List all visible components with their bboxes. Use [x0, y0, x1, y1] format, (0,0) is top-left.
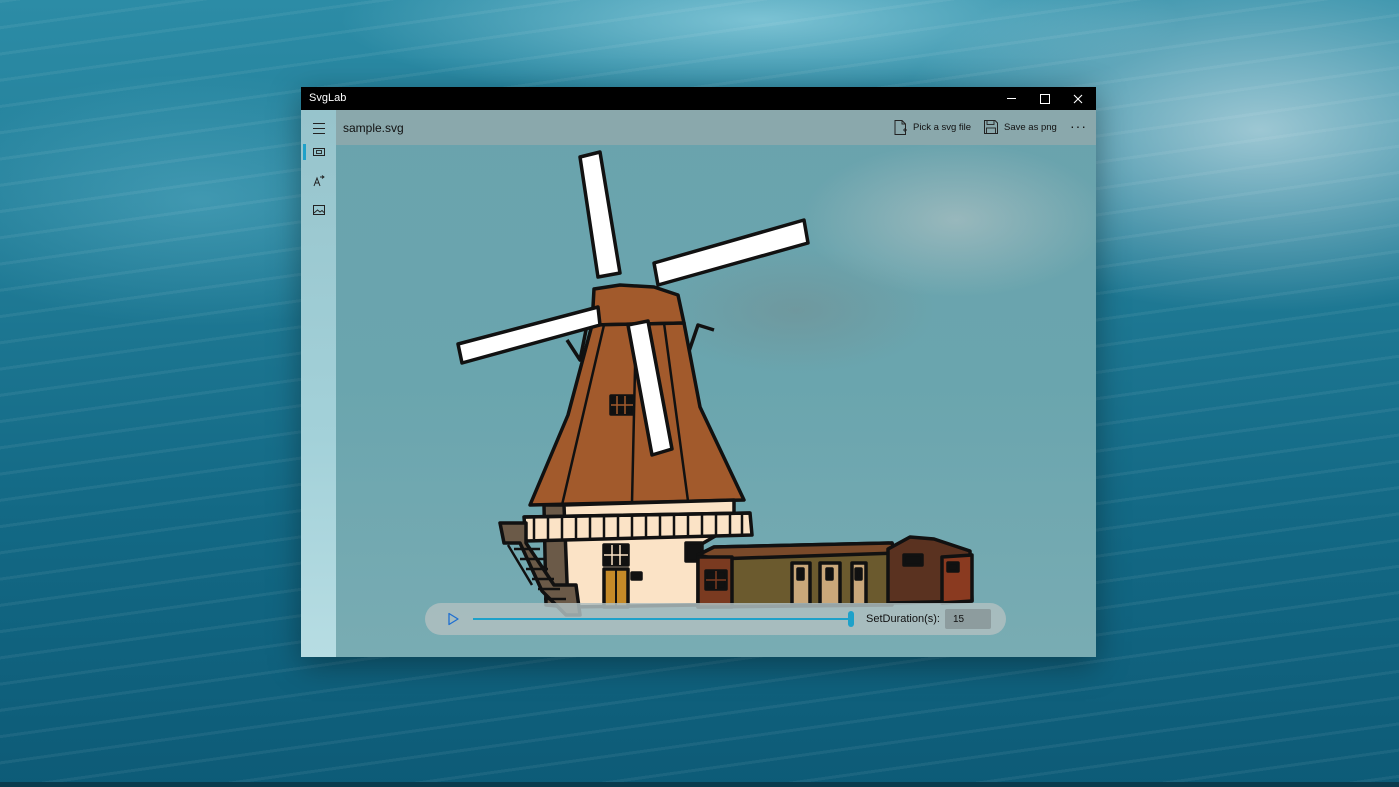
pick-svg-label: Pick a svg file: [913, 121, 972, 133]
timeline-progress: [473, 618, 851, 620]
window-title: SvgLab: [309, 92, 347, 104]
timeline-thumb[interactable]: [848, 611, 854, 627]
title-bar: SvgLab: [301, 87, 1096, 110]
minimize-button[interactable]: [995, 87, 1028, 110]
save-png-button[interactable]: Save as png: [984, 119, 1057, 135]
animate-icon: [313, 175, 325, 187]
windmill-illustration: [456, 150, 974, 617]
maximize-icon: [1039, 93, 1050, 104]
nav-item-animate[interactable]: [301, 167, 336, 195]
animation-player: SetDuration(s): 15: [425, 603, 1006, 635]
image-icon: [312, 205, 325, 215]
taskbar-edge: [0, 782, 1399, 787]
play-icon[interactable]: [445, 611, 461, 627]
command-bar: sample.svg Pick a svg file Save as png ·…: [336, 110, 1096, 145]
minimize-icon: [1007, 98, 1016, 99]
timeline-slider[interactable]: [473, 611, 854, 627]
close-button[interactable]: [1061, 87, 1094, 110]
navigation-pane: [301, 110, 336, 657]
file-name: sample.svg: [343, 121, 404, 135]
pick-svg-button[interactable]: Pick a svg file: [894, 119, 971, 135]
open-file-icon: [894, 119, 907, 135]
save-icon: [984, 120, 998, 134]
preview-icon: [312, 148, 325, 156]
duration-input[interactable]: 15: [945, 609, 991, 629]
save-png-label: Save as png: [1004, 121, 1057, 133]
duration-label: SetDuration(s):: [866, 613, 940, 625]
nav-item-image[interactable]: [301, 196, 336, 224]
more-options-button[interactable]: ···: [1070, 118, 1087, 134]
more-icon: ···: [1070, 118, 1087, 134]
hamburger-icon: [312, 122, 325, 134]
nav-item-preview[interactable]: [301, 138, 336, 166]
svg-canvas: [336, 145, 1096, 657]
main-content: sample.svg Pick a svg file Save as png ·…: [336, 110, 1096, 657]
maximize-button[interactable]: [1028, 87, 1061, 110]
close-icon: [1073, 94, 1082, 103]
app-window: SvgLab sample.svg Pick a svg file Save a…: [301, 87, 1096, 657]
